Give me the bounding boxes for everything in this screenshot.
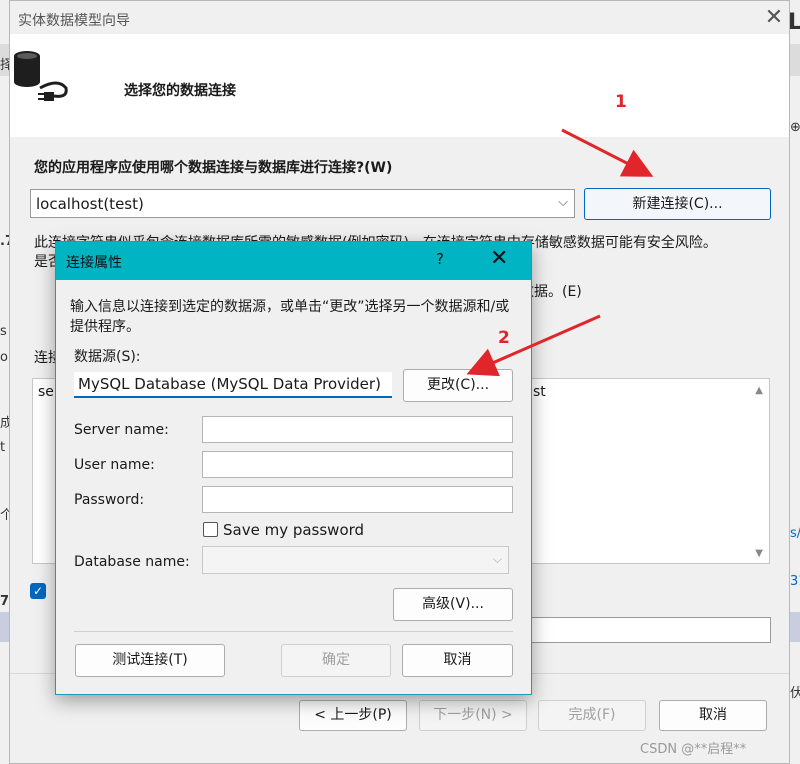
dialog-title: 连接属性 (66, 255, 122, 271)
finish-button[interactable]: 完成(F) (538, 700, 646, 731)
change-datasource-button[interactable]: 更改(C)... (403, 369, 513, 402)
save-connection-checkbox[interactable]: ✓ (30, 583, 46, 599)
connection-name-input[interactable] (530, 617, 771, 643)
scroll-down-icon[interactable]: ▼ (755, 548, 763, 559)
watermark: CSDN @**启程** (640, 742, 747, 757)
password-input[interactable] (202, 486, 513, 513)
user-name-label: User name: (74, 457, 155, 473)
annotation-marker-1: 1 (615, 92, 627, 112)
page-title: 选择您的数据连接 (124, 83, 236, 99)
ok-button[interactable]: 确定 (281, 644, 391, 677)
next-button[interactable]: 下一步(N) > (419, 700, 527, 731)
new-connection-button[interactable]: 新建连接(C)... (584, 188, 771, 220)
dialog-titlebar: 连接属性 ? ✕ (56, 242, 531, 280)
wizard-title: 实体数据模型向导 (18, 13, 130, 29)
chevron-down-icon: ⌵ (558, 195, 568, 210)
save-password-checkbox[interactable] (203, 522, 218, 537)
bg-fragment: o (0, 350, 8, 365)
connection-string-end: st (533, 384, 546, 400)
connection-select-value: localhost(test) (36, 195, 144, 213)
dialog-instructions: 输入信息以连接到选定的数据源，或单击“更改”选择另一个数据源和/或提供程序。 (70, 299, 510, 335)
connection-question: 您的应用程序应使用哪个数据连接与数据库进行连接?(W) (34, 160, 393, 176)
connection-properties-dialog: 连接属性 ? ✕ 输入信息以连接到选定的数据源，或单击“更改”选择另一个数据源和… (55, 241, 532, 695)
bg-fragment: 伏 (790, 686, 800, 701)
bg-fragment: s/ (790, 526, 800, 541)
close-icon[interactable]: ✕ (762, 7, 786, 31)
bg-fragment: ⊕ (790, 120, 800, 135)
database-name-label: Database name: (74, 554, 190, 570)
close-icon[interactable]: ✕ (490, 246, 508, 271)
bg-fragment: 31 (790, 574, 800, 589)
wizard-cancel-button[interactable]: 取消 (659, 700, 767, 731)
divider (74, 631, 513, 632)
bg-fragment: t (0, 440, 6, 455)
test-connection-button[interactable]: 测试连接(T) (75, 644, 225, 677)
annotation-marker-2: 2 (498, 328, 510, 348)
back-button[interactable]: < 上一步(P) (299, 700, 407, 731)
scroll-up-icon[interactable]: ▲ (755, 385, 763, 396)
save-password-label[interactable]: Save my password (223, 521, 364, 539)
connection-select[interactable]: localhost(test) ⌵ (30, 189, 575, 218)
wizard-header: 选择您的数据连接 (10, 34, 789, 137)
datasource-field: MySQL Database (MySQL Data Provider) (74, 372, 392, 398)
server-name-label: Server name: (74, 422, 169, 438)
database-plug-icon (14, 51, 68, 101)
datasource-label: 数据源(S): (74, 349, 141, 365)
datasource-value: MySQL Database (MySQL Data Provider) (78, 375, 381, 393)
database-name-select[interactable]: ⌵ (202, 546, 509, 574)
bg-fragment: 7 (0, 594, 10, 609)
server-name-input[interactable] (202, 416, 513, 443)
user-name-input[interactable] (202, 451, 513, 478)
dialog-cancel-button[interactable]: 取消 (402, 644, 513, 677)
advanced-button[interactable]: 高级(V)... (393, 588, 513, 621)
help-icon[interactable]: ? (436, 250, 444, 268)
chevron-down-icon: ⌵ (492, 552, 502, 566)
bg-fragment: s (0, 324, 7, 339)
password-label: Password: (74, 492, 145, 508)
